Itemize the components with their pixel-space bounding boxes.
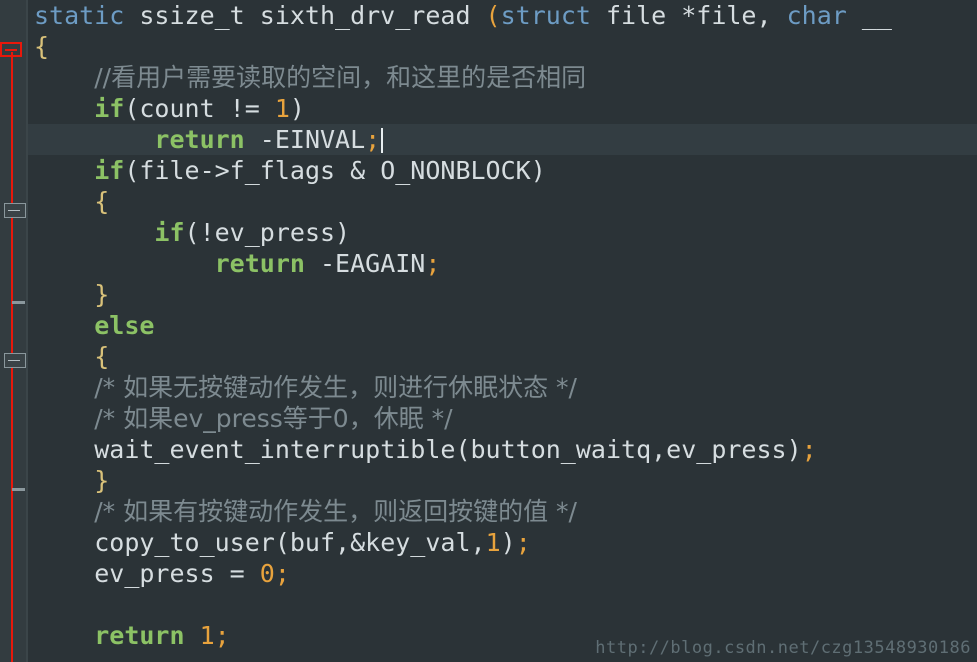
code-token: return bbox=[94, 621, 185, 650]
code-token: return bbox=[154, 125, 245, 154]
code-token: ( bbox=[485, 1, 501, 30]
code-token: 0 bbox=[259, 559, 275, 588]
code-token: 1 bbox=[485, 528, 501, 557]
text-caret bbox=[381, 128, 384, 153]
code-line[interactable]: return -EINVAL; bbox=[28, 124, 977, 155]
code-line[interactable]: if(!ev_press) bbox=[28, 217, 977, 248]
code-token: char bbox=[786, 1, 847, 30]
code-token: ev_press = bbox=[94, 559, 260, 588]
fold-toggle-else-block[interactable] bbox=[4, 353, 26, 368]
gutter-divider bbox=[26, 0, 28, 662]
code-token: 1 bbox=[274, 94, 290, 123]
code-token: { bbox=[34, 32, 50, 61]
code-token: return bbox=[214, 249, 305, 278]
code-token: __ bbox=[846, 1, 892, 30]
code-line[interactable]: if(file->f_flags & O_NONBLOCK) bbox=[28, 155, 977, 186]
code-line[interactable]: ev_press = 0; bbox=[28, 558, 977, 589]
code-token: if bbox=[94, 94, 125, 123]
code-line[interactable]: /* 如果无按键动作发生，则进行休眠状态 */ bbox=[28, 372, 977, 403]
code-token: file *file, bbox=[590, 1, 787, 30]
fold-end-if-block[interactable] bbox=[12, 301, 25, 304]
code-token: -EAGAIN bbox=[304, 249, 426, 278]
code-token: { bbox=[94, 342, 110, 371]
code-token: } bbox=[94, 280, 110, 309]
code-token: (!ev_press) bbox=[184, 218, 351, 247]
fold-end-else-block[interactable] bbox=[12, 488, 25, 491]
code-line[interactable]: /* 如果ev_press等于0，休眠 */ bbox=[28, 403, 977, 434]
code-token: 1 bbox=[199, 621, 215, 650]
code-line[interactable]: if(count != 1) bbox=[28, 93, 977, 124]
code-line[interactable]: static ssize_t sixth_drv_read (struct fi… bbox=[28, 0, 977, 31]
code-token: struct bbox=[500, 1, 591, 30]
code-token: /* 如果无按键动作发生，则进行休眠状态 */ bbox=[94, 373, 577, 402]
inner-fold-guide-1 bbox=[11, 210, 13, 303]
code-line[interactable]: { bbox=[28, 186, 977, 217]
code-token: (count != bbox=[124, 94, 275, 123]
code-line[interactable]: } bbox=[28, 279, 977, 310]
code-line[interactable]: //看用户需要读取的空间，和这里的是否相同 bbox=[28, 62, 977, 93]
code-token: if bbox=[94, 156, 125, 185]
code-token: if bbox=[154, 218, 185, 247]
code-token: (file->f_flags & O_NONBLOCK) bbox=[124, 156, 546, 185]
code-line[interactable]: else bbox=[28, 310, 977, 341]
code-token: ; bbox=[801, 435, 817, 464]
code-token: copy_to_user(buf,&key_val, bbox=[94, 528, 486, 557]
code-text-area[interactable]: static ssize_t sixth_drv_read (struct fi… bbox=[28, 0, 977, 662]
watermark-url: http://blog.csdn.net/czg13548930186 bbox=[595, 638, 971, 658]
editor-gutter[interactable] bbox=[0, 0, 28, 662]
code-token: ssize_t sixth_drv_read bbox=[124, 1, 486, 30]
code-token: /* 如果有按键动作发生，则返回按键的值 */ bbox=[94, 497, 577, 526]
code-token: wait_event_interruptible(button_waitq,ev… bbox=[94, 435, 802, 464]
code-token: ; bbox=[214, 621, 230, 650]
fold-toggle-function-body[interactable] bbox=[0, 42, 22, 57]
inner-fold-guide-2 bbox=[11, 360, 13, 490]
code-line[interactable]: copy_to_user(buf,&key_val,1); bbox=[28, 527, 977, 558]
code-token: } bbox=[94, 466, 110, 495]
code-line[interactable] bbox=[28, 589, 977, 620]
code-token: -EINVAL bbox=[244, 125, 366, 154]
code-line[interactable]: /* 如果有按键动作发生，则返回按键的值 */ bbox=[28, 496, 977, 527]
code-token: static bbox=[34, 1, 125, 30]
code-token: ; bbox=[365, 125, 381, 154]
code-line[interactable]: return -EAGAIN; bbox=[28, 248, 977, 279]
code-token: ; bbox=[274, 559, 290, 588]
code-token: ) bbox=[500, 528, 516, 557]
code-token: ) bbox=[289, 94, 305, 123]
code-token: /* 如果ev_press等于0，休眠 */ bbox=[94, 404, 453, 433]
fold-toggle-if-block[interactable] bbox=[4, 203, 26, 218]
code-token: //看用户需要读取的空间，和这里的是否相同 bbox=[94, 63, 587, 92]
code-token: else bbox=[94, 311, 155, 340]
code-line[interactable]: wait_event_interruptible(button_waitq,ev… bbox=[28, 434, 977, 465]
code-line[interactable]: { bbox=[28, 341, 977, 372]
code-editor[interactable]: static ssize_t sixth_drv_read (struct fi… bbox=[0, 0, 977, 662]
code-line[interactable]: { bbox=[28, 31, 977, 62]
code-line[interactable]: } bbox=[28, 465, 977, 496]
code-token: ; bbox=[425, 249, 441, 278]
code-token: ; bbox=[515, 528, 531, 557]
code-token: { bbox=[94, 187, 110, 216]
